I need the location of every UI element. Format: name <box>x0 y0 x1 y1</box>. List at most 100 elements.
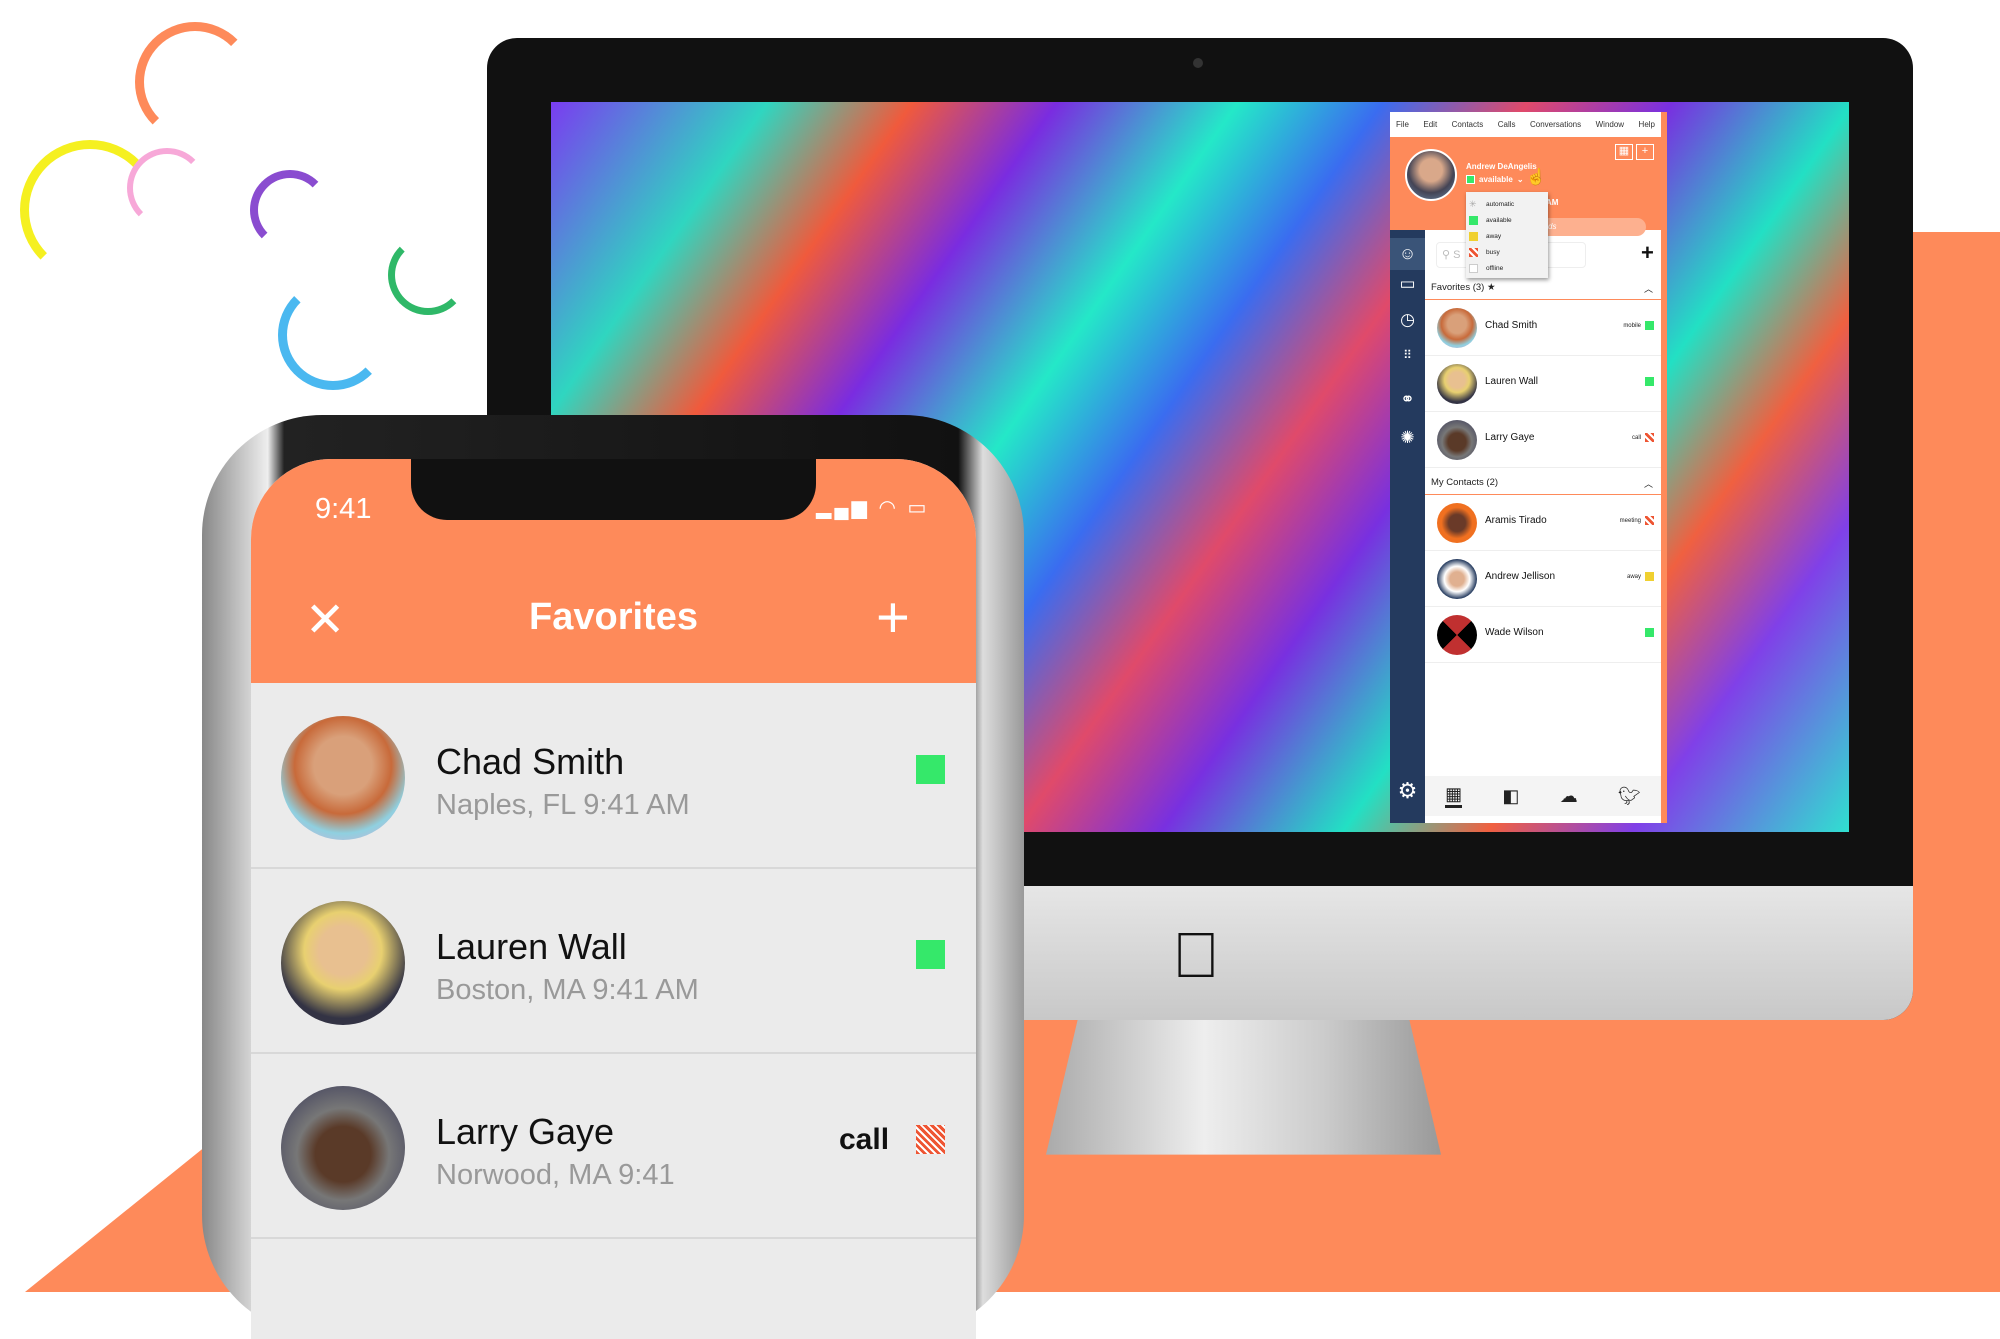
status-option-automatic[interactable]: ✳ automatic <box>1469 196 1545 212</box>
status-option-available[interactable]: available <box>1469 212 1545 228</box>
add-button[interactable]: + <box>876 584 910 651</box>
contact-avatar <box>281 901 405 1025</box>
signal-arc-purple-icon <box>250 170 330 250</box>
clock-icon[interactable]: ◷ <box>1390 310 1425 330</box>
chevron-up-icon[interactable]: ︿ <box>1644 282 1653 295</box>
contact-row[interactable]: Lauren Wall <box>1425 356 1661 412</box>
contact-row[interactable]: Andrew Jellison away <box>1425 551 1661 607</box>
integrations-bar: ▦ ◧ ☁ 🐦︎ <box>1425 776 1661 816</box>
contact-avatar <box>1437 503 1477 543</box>
contact-location-time: Norwood, MA 9:41 <box>436 1159 675 1191</box>
status-selector[interactable]: available ⌄ <box>1466 175 1524 184</box>
contact-location-time: Naples, FL 9:41 AM <box>436 789 690 821</box>
contact-avatar <box>281 716 405 840</box>
presence-indicator <box>916 755 945 784</box>
twitter-icon[interactable]: 🐦︎ <box>1618 786 1641 807</box>
presence-indicator <box>916 940 945 969</box>
chevron-down-icon: ⌄ <box>1516 175 1524 184</box>
menu-contacts[interactable]: Contacts <box>1452 120 1484 129</box>
contact-avatar <box>1437 308 1477 348</box>
contact-name: Wade Wilson <box>1485 627 1544 638</box>
contact-row[interactable]: Wade Wilson <box>1425 607 1661 663</box>
presence-indicator <box>1645 628 1654 637</box>
gear-icon[interactable]: ⚙ <box>1390 778 1425 804</box>
signal-arc-orange-icon <box>135 22 255 142</box>
apple-logo-icon:  <box>1172 918 1220 992</box>
network-icon[interactable]: ✺ <box>1390 428 1425 448</box>
phone-header: 9:41 ▂▄▆ ◠ ▭ ✕ Favorites + <box>251 459 976 683</box>
status-indicator <box>1466 175 1475 184</box>
link-icon[interactable]: ⚭ <box>1390 390 1425 410</box>
status-label: available <box>1479 175 1513 184</box>
favorite-row[interactable]: Chad Smith Naples, FL 9:41 AM <box>251 685 976 869</box>
contact-status-text: call <box>839 1123 890 1156</box>
desktop-app-window: File Edit Contacts Calls Conversations W… <box>1390 112 1667 823</box>
presence-indicator <box>1645 516 1654 525</box>
contact-name: Larry Gaye <box>1485 432 1535 443</box>
menu-help[interactable]: Help <box>1639 120 1655 129</box>
status-option-away[interactable]: away <box>1469 228 1545 244</box>
user-icon[interactable]: ☺ <box>1390 238 1425 270</box>
contacts-title: My Contacts (2) <box>1431 477 1499 488</box>
outlook-icon[interactable]: ◧ <box>1502 786 1519 807</box>
status-option-busy[interactable]: busy <box>1469 244 1545 260</box>
contact-name: Chad Smith <box>1485 320 1538 331</box>
presence-indicator <box>1645 321 1654 330</box>
cloud-icon[interactable]: ☁ <box>1560 786 1578 807</box>
sidebar: ☺ ▭ ◷ ⠿ ⚭ ✺ ⚙ <box>1390 230 1425 823</box>
calendar-icon[interactable]: ▦ <box>1445 784 1463 808</box>
camera-icon <box>1193 58 1203 68</box>
menu-calls[interactable]: Calls <box>1498 120 1516 129</box>
contact-row[interactable]: Chad Smith mobile <box>1425 300 1661 356</box>
contact-row[interactable]: Aramis Tirado meeting <box>1425 495 1661 551</box>
signal-wifi-battery-icon: ▂▄▆ ◠ ▭ <box>816 497 930 519</box>
contact-name: Chad Smith <box>436 741 625 782</box>
add-window-icon[interactable]: + <box>1636 144 1654 160</box>
add-contact-button[interactable]: + <box>1641 240 1654 266</box>
signal-arc-blue-icon <box>278 280 388 390</box>
favorite-row[interactable]: Lauren Wall Boston, MA 9:41 AM <box>251 870 976 1054</box>
contact-name: Lauren Wall <box>1485 376 1538 387</box>
menu-conversations[interactable]: Conversations <box>1530 120 1581 129</box>
menu-edit[interactable]: Edit <box>1423 120 1437 129</box>
contact-row[interactable]: Larry Gaye call <box>1425 412 1661 468</box>
contact-avatar <box>1437 420 1477 460</box>
contact-name: Aramis Tirado <box>1485 515 1547 526</box>
menu-window[interactable]: Window <box>1596 120 1624 129</box>
phone-notch <box>411 459 816 520</box>
status-dropdown-menu: ✳ automatic available away busy offline <box>1466 192 1548 278</box>
search-icon: ⚲ <box>1442 249 1454 261</box>
hand-cursor-icon: ☝ <box>1526 169 1546 186</box>
chevron-up-icon[interactable]: ︿ <box>1644 477 1653 490</box>
user-avatar[interactable] <box>1405 149 1457 201</box>
chat-icon[interactable]: ▭ <box>1390 274 1425 294</box>
signal-arc-pink-icon <box>127 148 207 228</box>
favorites-title: Favorites (3) ★ <box>1431 282 1496 293</box>
contact-status-text: mobile <box>1623 323 1641 329</box>
menu-file[interactable]: File <box>1396 120 1409 129</box>
contact-status-text: meeting <box>1619 518 1641 524</box>
contact-name: Lauren Wall <box>436 926 627 967</box>
contact-status-text: call <box>1631 435 1641 441</box>
menu-bar: File Edit Contacts Calls Conversations W… <box>1390 112 1661 137</box>
favorites-section-header[interactable]: Favorites (3) ★ ︿ <box>1425 282 1661 300</box>
contact-status-text: away <box>1626 574 1641 580</box>
search-placeholder: S <box>1453 249 1461 261</box>
contact-name: Andrew Jellison <box>1485 571 1556 582</box>
contact-avatar <box>1437 559 1477 599</box>
grid-home-icon[interactable]: ▦ <box>1615 144 1633 160</box>
phone-screen: 9:41 ▂▄▆ ◠ ▭ ✕ Favorites + Chad Smith Na… <box>251 459 976 1339</box>
dialpad-icon[interactable]: ⠿ <box>1390 348 1425 362</box>
contact-avatar <box>1437 615 1477 655</box>
monitor-stand <box>1046 1020 1441 1155</box>
contact-avatar <box>1437 364 1477 404</box>
favorite-row[interactable]: Larry Gaye Norwood, MA 9:41 call <box>251 1055 976 1239</box>
contact-name: Larry Gaye <box>436 1111 615 1152</box>
signal-arc-green-icon <box>388 235 468 315</box>
presence-indicator <box>1645 433 1654 442</box>
presence-indicator <box>1645 572 1654 581</box>
contact-location-time: Boston, MA 9:41 AM <box>436 974 699 1006</box>
presence-indicator <box>1645 377 1654 386</box>
contacts-section-header[interactable]: My Contacts (2) ︿ <box>1425 477 1661 495</box>
status-option-offline[interactable]: offline <box>1469 260 1545 276</box>
